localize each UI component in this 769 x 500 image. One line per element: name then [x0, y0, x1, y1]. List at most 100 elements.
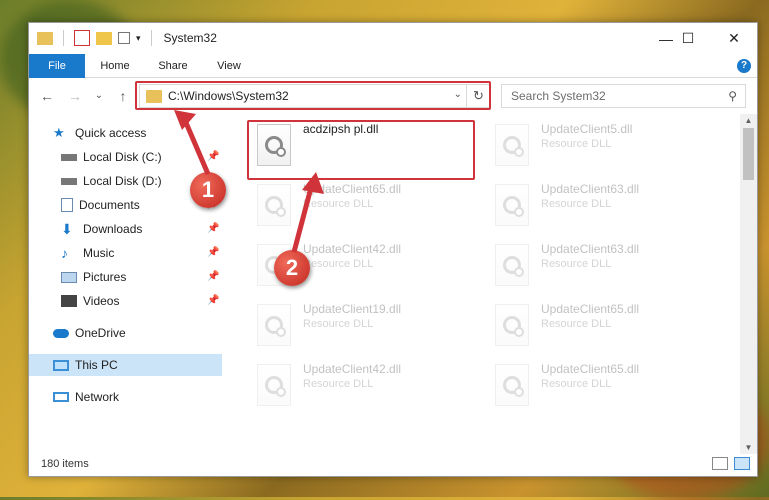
- back-button[interactable]: ←: [37, 86, 57, 106]
- gear-icon: [276, 327, 286, 337]
- dll-file-icon: [495, 184, 529, 226]
- picture-icon: [61, 271, 77, 283]
- download-icon: ⬇: [61, 221, 73, 237]
- tab-share[interactable]: Share: [151, 54, 195, 78]
- search-input[interactable]: Search System32 ⚲: [501, 84, 746, 108]
- file-item[interactable]: UpdateClient5.dll Resource DLL: [485, 116, 715, 172]
- pin-icon[interactable]: 📌: [207, 223, 219, 234]
- dll-file-icon: [495, 124, 529, 166]
- callout-arrow-1: [174, 110, 211, 175]
- gear-icon: [514, 387, 524, 397]
- video-icon: [61, 295, 77, 307]
- sidebar-item-label: Quick access: [75, 126, 147, 140]
- file-name: UpdateClient19.dll: [303, 302, 402, 316]
- sidebar-item-label: Network: [75, 390, 120, 404]
- gear-icon: [514, 327, 524, 337]
- separator: [63, 30, 64, 46]
- file-item[interactable]: UpdateClient65.dll Resource DLL: [485, 356, 715, 412]
- file-name: UpdateClient42.dll: [303, 362, 402, 376]
- gear-icon: [514, 147, 524, 157]
- sidebar-item-this-pc[interactable]: This PC: [29, 354, 222, 376]
- status-bar: 180 items: [29, 452, 757, 476]
- explorer-window: ▾ System32 — ☐ ✕ File Home Share View ? …: [28, 22, 758, 477]
- close-button[interactable]: ✕: [711, 23, 757, 54]
- file-type: Resource DLL: [303, 258, 374, 270]
- file-name: UpdateClient65.dll: [541, 362, 640, 376]
- sidebar-item-label: Local Disk (C:): [83, 150, 162, 164]
- sidebar-item-pictures[interactable]: Pictures: [61, 266, 126, 288]
- toolbar-dropdown-icon[interactable]: ▾: [136, 33, 141, 44]
- file-name: UpdateClient65.dll: [541, 302, 640, 316]
- sidebar-item-label: Downloads: [83, 222, 143, 236]
- file-item[interactable]: UpdateClient42.dll Resource DLL: [247, 356, 477, 412]
- file-name: UpdateClient5.dll: [541, 122, 633, 136]
- scroll-up-icon[interactable]: ▲: [740, 116, 757, 125]
- title-bar: ▾ System32 — ☐ ✕: [29, 23, 757, 54]
- sidebar-item-label: This PC: [75, 358, 118, 372]
- dll-file-icon: [257, 364, 291, 406]
- sidebar-item-label: Music: [83, 246, 115, 260]
- file-type: Resource DLL: [303, 318, 374, 330]
- file-type: Resource DLL: [541, 138, 612, 150]
- dll-file-icon: [495, 364, 529, 406]
- customize-toolbar-icon[interactable]: [118, 32, 130, 44]
- properties-icon[interactable]: [74, 30, 90, 46]
- gear-icon: [514, 267, 524, 277]
- sidebar-item-label: Documents: [79, 198, 140, 212]
- sidebar-item-local-disk-d[interactable]: Local Disk (D:): [61, 170, 162, 192]
- large-icons-view-icon[interactable]: [734, 457, 750, 470]
- window-title: System32: [163, 31, 217, 45]
- network-icon: [53, 392, 69, 402]
- file-item[interactable]: UpdateClient65.dll Resource DLL: [485, 296, 715, 352]
- sidebar-item-music[interactable]: ♪ Music: [61, 242, 114, 264]
- drive-icon: [61, 153, 77, 161]
- sidebar-item-quick-access[interactable]: ★ Quick access: [53, 122, 146, 144]
- document-icon: [61, 198, 73, 212]
- search-icon[interactable]: ⚲: [728, 89, 737, 103]
- details-view-icon[interactable]: [712, 457, 728, 470]
- scroll-down-icon[interactable]: ▼: [740, 443, 757, 452]
- gear-icon: [276, 387, 286, 397]
- cloud-icon: [53, 328, 69, 338]
- sidebar-item-videos[interactable]: Videos: [61, 290, 119, 312]
- file-item[interactable]: UpdateClient19.dll Resource DLL: [247, 296, 477, 352]
- star-icon: ★: [53, 125, 65, 140]
- file-name: UpdateClient63.dll: [541, 182, 640, 196]
- maximize-button[interactable]: ☐: [665, 23, 711, 54]
- scrollbar-thumb[interactable]: [743, 128, 754, 180]
- computer-icon: [53, 359, 69, 371]
- file-name: UpdateClient63.dll: [541, 242, 640, 256]
- gear-icon: [514, 207, 524, 217]
- help-button[interactable]: ?: [737, 59, 751, 73]
- file-type: Resource DLL: [541, 258, 612, 270]
- tab-home[interactable]: Home: [93, 54, 137, 78]
- pin-icon[interactable]: 📌: [207, 295, 219, 306]
- sidebar-item-downloads[interactable]: ⬇ Downloads: [61, 218, 142, 240]
- sidebar-item-label: Videos: [83, 294, 120, 308]
- file-type: Resource DLL: [541, 198, 612, 210]
- sidebar-item-label: Pictures: [83, 270, 127, 284]
- vertical-scrollbar[interactable]: ▲ ▼: [740, 114, 757, 454]
- sidebar-item-label: OneDrive: [75, 326, 126, 340]
- tab-file[interactable]: File: [29, 54, 85, 78]
- forward-button[interactable]: →: [65, 86, 85, 106]
- ribbon-tabs: File Home Share View ?: [29, 54, 757, 78]
- pin-icon[interactable]: 📌: [207, 271, 219, 282]
- separator: [150, 30, 152, 46]
- sidebar-item-network[interactable]: Network: [53, 386, 119, 408]
- new-folder-icon[interactable]: [96, 31, 112, 45]
- tab-view[interactable]: View: [207, 54, 251, 78]
- up-button[interactable]: ↑: [113, 86, 133, 106]
- sidebar-item-onedrive[interactable]: OneDrive: [53, 322, 126, 344]
- dll-file-icon: [495, 244, 529, 286]
- file-type: Resource DLL: [541, 318, 612, 330]
- recent-locations-button[interactable]: ⌄: [89, 86, 109, 106]
- dll-file-icon: [257, 304, 291, 346]
- sidebar-item-local-disk-c[interactable]: Local Disk (C:): [61, 146, 162, 168]
- file-item[interactable]: UpdateClient63.dll Resource DLL: [485, 236, 715, 292]
- quick-access-toolbar: ▾ System32: [37, 30, 217, 46]
- pin-icon[interactable]: 📌: [207, 247, 219, 258]
- music-icon: ♪: [61, 245, 68, 261]
- sidebar-item-documents[interactable]: Documents: [61, 194, 140, 216]
- file-item[interactable]: UpdateClient63.dll Resource DLL: [485, 176, 715, 232]
